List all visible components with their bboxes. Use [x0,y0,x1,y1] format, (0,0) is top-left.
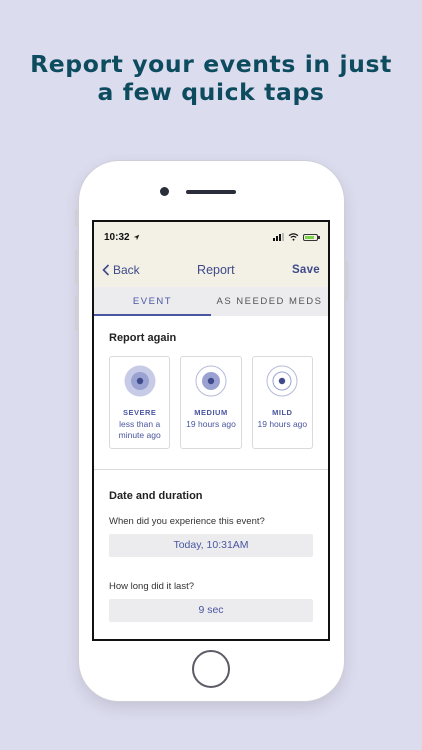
tab-event[interactable]: EVENT [94,287,211,316]
battery-icon [303,233,320,241]
home-button[interactable] [192,650,230,688]
volume-down-button [75,295,79,331]
front-camera [160,187,169,196]
status-time: 10:32 [104,231,130,243]
mild-time: 19 hours ago [257,419,308,429]
back-button[interactable]: Back [102,263,140,277]
tab-as-needed-meds[interactable]: AS NEEDED MEDS [211,287,328,316]
report-again-title: Report again [109,332,177,344]
signal-icon [273,233,284,241]
mild-label: MILD [272,408,293,417]
earpiece-speaker [186,190,236,194]
save-button[interactable]: Save [292,264,320,276]
report-again-section: Report again SEVERE less than a minute a… [94,316,328,449]
headline-line-2: a few quick taps [97,78,325,106]
location-arrow-icon [133,234,139,240]
medium-time: 19 hours ago [186,419,236,429]
mute-switch [75,209,79,227]
nav-bar: Back Report Save [94,252,328,287]
headline-line-1: Report your events in just [30,50,392,78]
status-time-group: 10:32 [104,232,140,243]
severe-intensity-icon [124,365,156,397]
date-duration-title: Date and duration [109,490,203,502]
power-button [344,261,348,301]
mild-intensity-icon [266,365,298,397]
chevron-left-icon [102,263,110,276]
status-bar: 10:32 [94,222,328,252]
phone-screen: 10:32 Back Report Save EVENT AS NEEDED M… [92,220,330,641]
headline: Report your events in just a few quick t… [0,50,422,106]
severe-label: SEVERE [122,408,157,417]
wifi-icon [288,233,299,241]
tab-bar: EVENT AS NEEDED MEDS [94,287,328,316]
date-duration-section: Date and duration When did you experienc… [94,470,328,622]
severe-card[interactable]: SEVERE less than a minute ago [109,356,171,449]
when-field[interactable]: Today, 10:31AM [109,534,313,557]
volume-up-button [75,249,79,285]
phone-frame: 10:32 Back Report Save EVENT AS NEEDED M… [75,161,348,701]
medium-intensity-icon [195,365,227,397]
when-question: When did you experience this event? [109,516,265,527]
medium-card[interactable]: MEDIUM 19 hours ago [180,356,242,449]
severe-time: less than a minute ago [118,419,161,440]
nav-title: Report [197,262,235,277]
severity-cards: SEVERE less than a minute ago MEDIUM 19 … [109,356,313,449]
duration-question: How long did it last? [109,581,195,592]
back-label: Back [113,262,140,277]
duration-field[interactable]: 9 sec [109,599,313,622]
mild-card[interactable]: MILD 19 hours ago [251,356,313,449]
status-icons [273,233,320,241]
medium-label: MEDIUM [194,408,228,417]
